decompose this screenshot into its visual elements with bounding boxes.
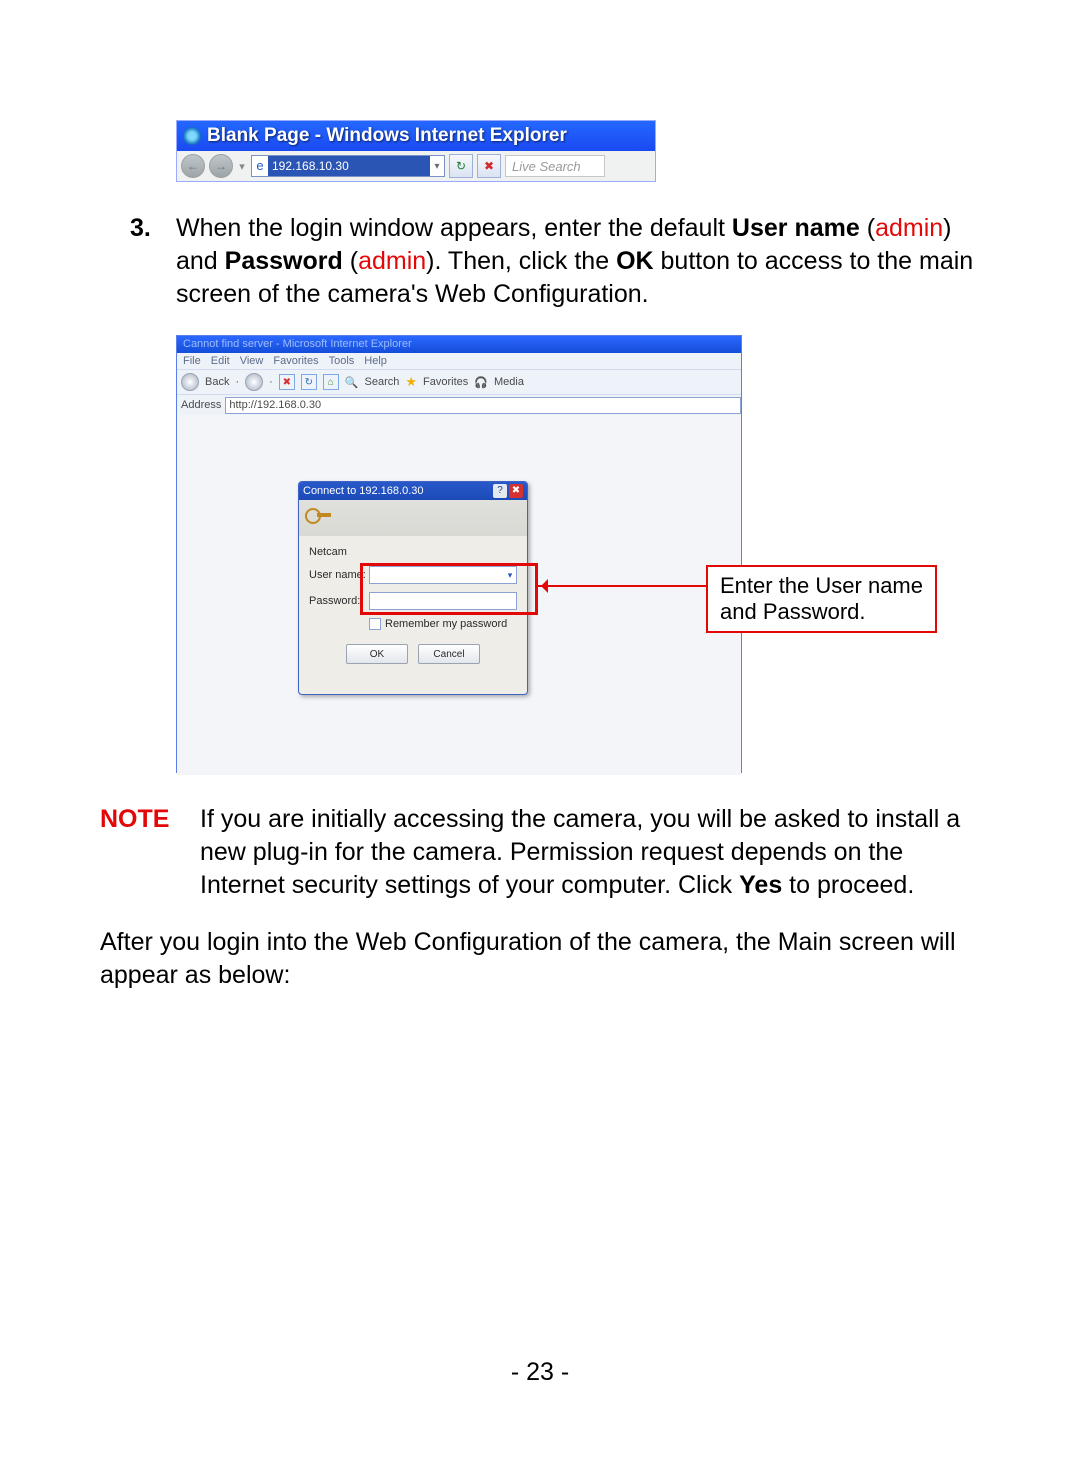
stop-button[interactable]: ✖ (477, 154, 501, 178)
close-button[interactable]: ✖ (509, 484, 523, 498)
step-number: 3. (130, 212, 176, 311)
ie-e-icon: e (252, 158, 268, 174)
favorites-label: Favorites (423, 376, 468, 388)
address-label: Address (181, 399, 221, 411)
ie-nav-toolbar: ← → ▾ e 192.168.10.30 ▾ ↻ ✖ Live Search (177, 151, 655, 181)
ie-title-bar: Blank Page - Windows Internet Explorer (177, 121, 655, 151)
password-label: Password: (309, 595, 369, 607)
menu-file[interactable]: File (183, 353, 201, 369)
ie-browser-bar: Blank Page - Windows Internet Explorer ←… (176, 120, 656, 182)
help-button[interactable]: ? (493, 484, 507, 498)
refresh-icon[interactable]: ↻ (301, 374, 317, 390)
forward-icon[interactable] (245, 373, 263, 391)
username-field[interactable]: ▾ (369, 566, 517, 584)
media-icon[interactable]: 🎧 (474, 376, 488, 389)
ie-window-title: Cannot find server - Microsoft Internet … (177, 336, 741, 353)
dropdown-icon: ▾ (237, 160, 247, 173)
menu-tools[interactable]: Tools (329, 353, 355, 369)
ie-address-row: Address http://192.168.0.30 (177, 394, 741, 415)
menu-favorites[interactable]: Favorites (273, 353, 318, 369)
step-3: 3. When the login window appears, enter … (130, 212, 980, 311)
menu-view[interactable]: View (240, 353, 264, 369)
auth-titlebar: Connect to 192.168.0.30 ? ✖ (299, 482, 527, 500)
ie-address-field[interactable]: http://192.168.0.30 (225, 397, 741, 414)
auth-banner (299, 500, 527, 536)
menu-help[interactable]: Help (364, 353, 387, 369)
password-field[interactable] (369, 592, 517, 610)
stop-icon[interactable]: ✖ (279, 374, 295, 390)
remember-label: Remember my password (385, 618, 507, 630)
refresh-button[interactable]: ↻ (449, 154, 473, 178)
ie-menu-bar: File Edit View Favorites Tools Help (177, 353, 741, 369)
address-bar[interactable]: e 192.168.10.30 ▾ (251, 155, 445, 177)
search-box[interactable]: Live Search (505, 155, 605, 177)
address-url: 192.168.10.30 (268, 156, 430, 176)
callout-box: Enter the User name and Password. (706, 565, 937, 633)
ie-logo-icon (183, 127, 201, 145)
callout-line-2: and Password. (720, 599, 923, 625)
back-icon[interactable] (181, 373, 199, 391)
menu-edit[interactable]: Edit (211, 353, 230, 369)
back-button[interactable]: ← (181, 154, 205, 178)
ok-button[interactable]: OK (346, 644, 408, 664)
keys-icon (305, 506, 335, 530)
note-label: NOTE (100, 803, 200, 902)
media-label: Media (494, 376, 524, 388)
user-dropdown-icon: ▾ (504, 570, 516, 581)
home-icon[interactable]: ⌂ (323, 374, 339, 390)
remember-checkbox[interactable] (369, 618, 381, 630)
address-dropdown-icon: ▾ (430, 161, 444, 172)
cancel-button[interactable]: Cancel (418, 644, 480, 664)
callout-arrow (536, 585, 708, 587)
search-label: Search (365, 376, 400, 388)
login-screenshot: Cannot find server - Microsoft Internet … (176, 335, 976, 775)
note-block: NOTE If you are initially accessing the … (100, 803, 980, 902)
callout-line-1: Enter the User name (720, 573, 923, 599)
note-text: If you are initially accessing the camer… (200, 803, 980, 902)
ie-window-title: Blank Page - Windows Internet Explorer (207, 125, 567, 147)
ie-toolbar: Back · · ✖ ↻ ⌂ 🔍 Search ★ Favorites 🎧 Me… (177, 369, 741, 394)
auth-title: Connect to 192.168.0.30 (303, 485, 491, 497)
favorites-icon[interactable]: ★ (405, 374, 417, 390)
search-icon[interactable]: 🔍 (345, 376, 359, 389)
remember-password[interactable]: Remember my password (369, 618, 517, 630)
auth-realm: Netcam (309, 546, 517, 558)
step-3-text: When the login window appears, enter the… (176, 212, 980, 311)
username-label: User name: (309, 569, 369, 581)
auth-dialog: Connect to 192.168.0.30 ? ✖ Netcam User … (298, 481, 528, 695)
page-number: - 23 - (0, 1358, 1080, 1387)
after-login-text: After you login into the Web Configurati… (100, 926, 980, 992)
forward-button[interactable]: → (209, 154, 233, 178)
back-label: Back (205, 376, 229, 388)
